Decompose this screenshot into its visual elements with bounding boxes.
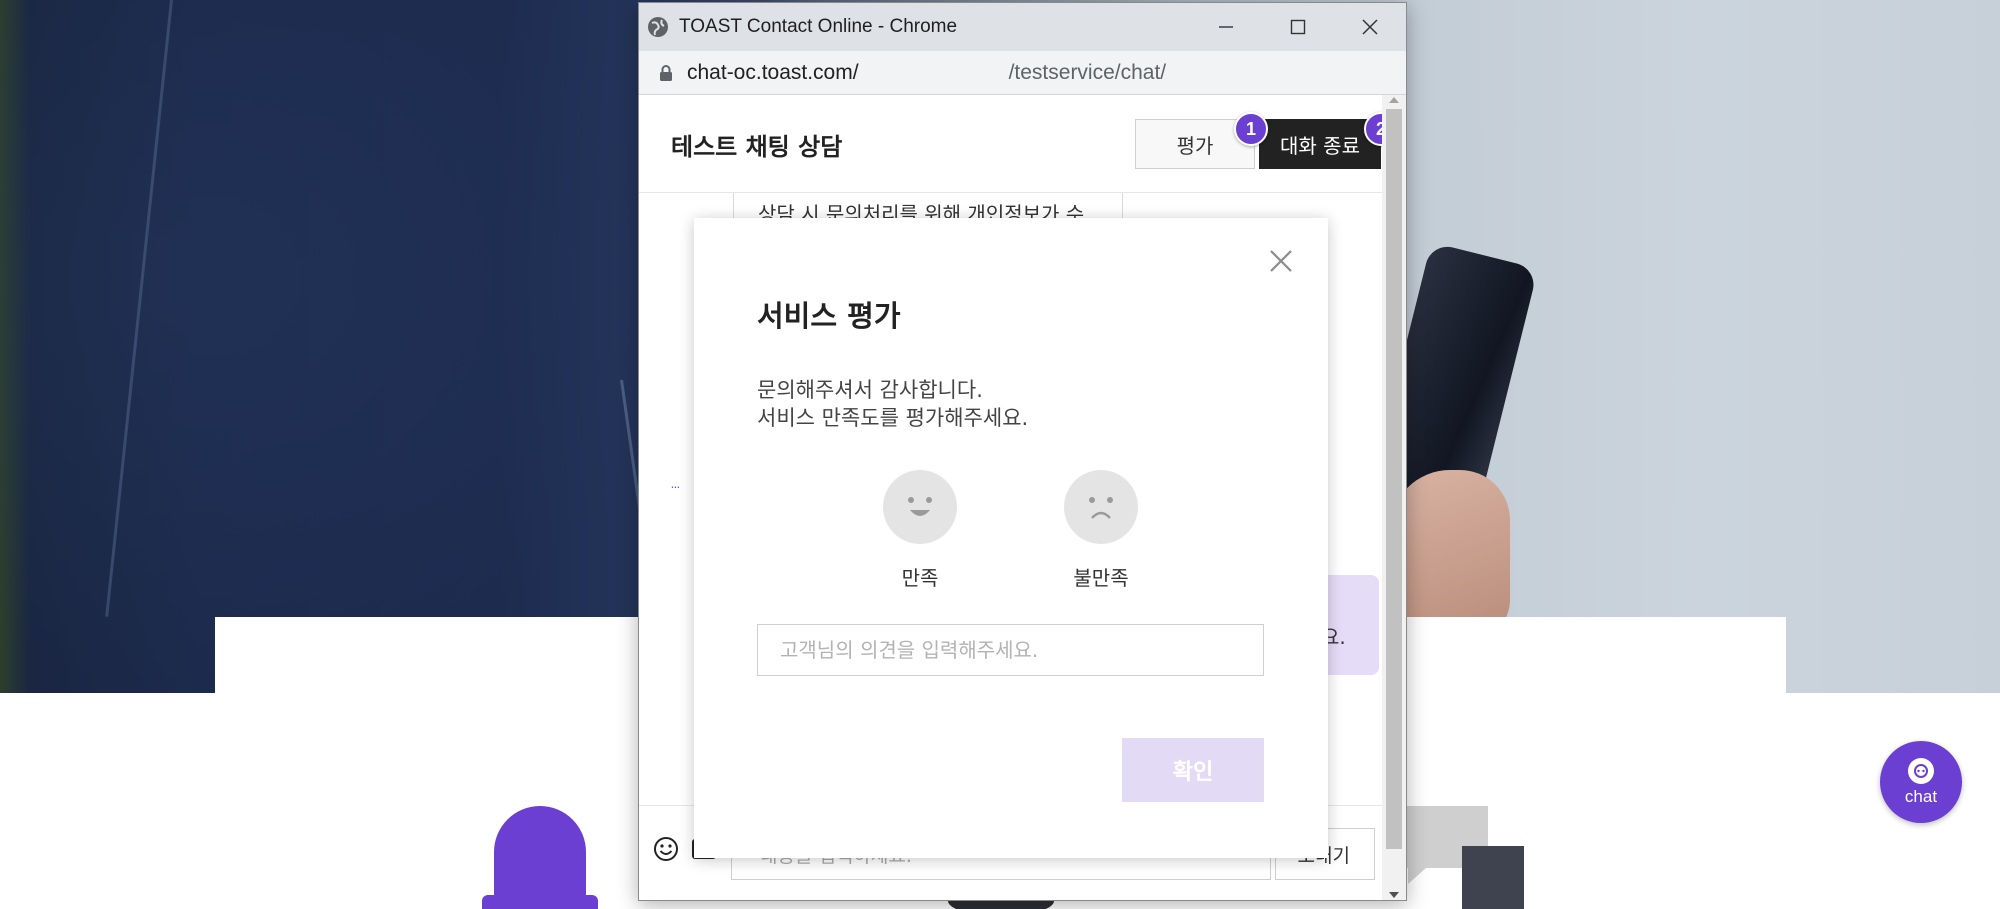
close-icon[interactable] (1266, 246, 1296, 276)
bell-icon (494, 806, 586, 909)
jacket-shade (0, 0, 700, 693)
confirm-button[interactable]: 확인 (1122, 738, 1264, 802)
address-bar[interactable]: chat-oc.toast.com/ /testservice/chat/ (639, 51, 1406, 95)
chat-headset-icon (1908, 757, 1934, 784)
speech-bubble-icon (1462, 846, 1524, 909)
agent-avatar: ••• (671, 485, 680, 491)
scroll-down-arrow[interactable] (1389, 892, 1399, 898)
lock-icon (660, 64, 672, 81)
modal-title: 서비스 평가 (757, 299, 901, 333)
modal-description: 문의해주셔서 감사합니다. 서비스 만족도를 평가해주세요. (757, 376, 1028, 432)
chat-header: 테스트 채팅 상담 평가 대화 종료 1 2 (639, 95, 1382, 193)
minimize-button[interactable] (1190, 3, 1262, 51)
maximize-button[interactable] (1262, 3, 1334, 51)
modal-description-line: 문의해주셔서 감사합니다. (757, 378, 983, 402)
scrollbar-thumb[interactable] (1386, 109, 1402, 849)
opinion-input[interactable] (757, 624, 1264, 676)
url-host: chat-oc.toast.com/ (687, 60, 859, 84)
step-marker-1: 1 (1234, 112, 1268, 146)
service-rating-modal: 서비스 평가 문의해주셔서 감사합니다. 서비스 만족도를 평가해주세요. 만족… (694, 218, 1328, 858)
sad-face-icon (1089, 497, 1113, 519)
dissatisfied-button[interactable] (1064, 470, 1138, 544)
scroll-up-arrow[interactable] (1389, 97, 1399, 103)
minimize-icon (1219, 26, 1233, 28)
dissatisfied-label: 불만족 (1073, 566, 1129, 590)
chat-fab-button[interactable]: chat (1880, 741, 1962, 823)
window-close-button[interactable] (1334, 3, 1406, 51)
url-path: /testservice/chat/ (1008, 60, 1167, 84)
close-icon (1362, 19, 1378, 35)
bell-base (482, 895, 598, 909)
globe-icon (648, 17, 668, 37)
satisfied-button[interactable] (883, 470, 957, 544)
chat-fab-label: chat (1904, 786, 1938, 806)
scrollbar[interactable] (1382, 95, 1406, 900)
chat-title: 테스트 채팅 상담 (671, 133, 843, 161)
window-titlebar[interactable]: TOAST Contact Online - Chrome (639, 3, 1406, 51)
satisfied-label: 만족 (901, 566, 939, 590)
window-title: TOAST Contact Online - Chrome (679, 16, 958, 37)
maximize-icon (1290, 19, 1306, 35)
hand-image (1390, 470, 1510, 640)
smile-face-icon (908, 497, 932, 516)
modal-description-line: 서비스 만족도를 평가해주세요. (757, 406, 1029, 430)
end-chat-button[interactable]: 대화 종료 (1259, 119, 1381, 169)
emoji-icon[interactable] (653, 836, 679, 862)
